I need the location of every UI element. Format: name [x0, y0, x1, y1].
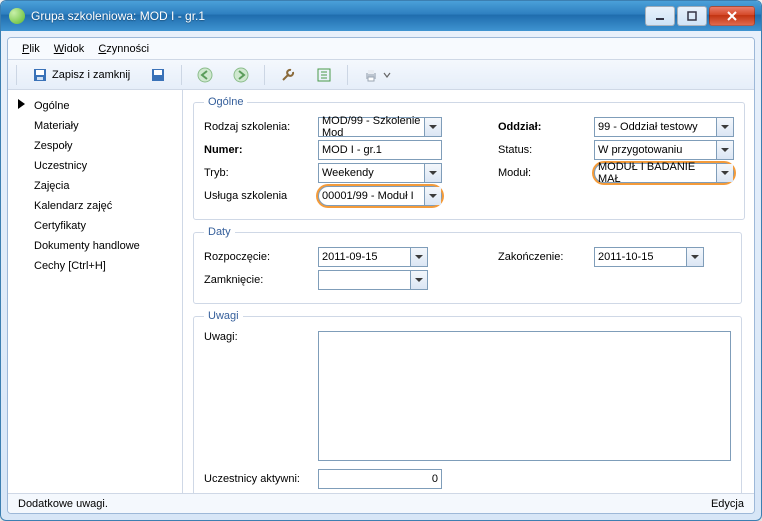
chevron-down-icon[interactable]: [716, 141, 733, 159]
app-icon: [9, 8, 25, 24]
separator: [181, 65, 182, 85]
sidebar-item-zespoly[interactable]: Zespoły: [8, 136, 182, 156]
print-button[interactable]: [356, 64, 398, 86]
content: Ogólne Rodzaj szkolenia: MOD/99 - Szkole…: [183, 90, 754, 493]
rozp-label: Rozpoczęcie:: [204, 251, 312, 263]
oddzial-value: 99 - Oddział testowy: [598, 121, 698, 133]
zak-label: Zakończenie:: [498, 251, 588, 263]
menu-czynnosci[interactable]: Czynności: [92, 41, 155, 57]
group-ogolne: Ogólne Rodzaj szkolenia: MOD/99 - Szkole…: [193, 96, 745, 220]
modul-label: Moduł:: [498, 167, 588, 179]
zak-value: 2011-10-15: [598, 251, 653, 263]
numer-input[interactable]: [318, 140, 442, 160]
group-daty: Daty Rozpoczęcie: 2011-09-15 Zakończenie…: [193, 226, 742, 304]
group-daty-legend: Daty: [204, 226, 235, 238]
rodzaj-value: MOD/99 - Szkolenie Mod: [322, 115, 423, 139]
chevron-down-icon[interactable]: [424, 164, 441, 182]
tools-button[interactable]: [273, 64, 303, 86]
chevron-down-icon[interactable]: [716, 164, 733, 182]
disk-icon: [32, 67, 48, 83]
menubar: PlikWidokCzynności: [8, 38, 754, 60]
tryb-label: Tryb:: [204, 167, 312, 179]
status-combo[interactable]: W przygotowaniu: [594, 140, 734, 160]
status-left: Dodatkowe uwagi.: [18, 498, 108, 510]
aktywni-label: Uczestnicy aktywni:: [204, 473, 312, 485]
status-right: Edycja: [711, 498, 744, 510]
toolbar: Zapisz i zamknij: [8, 60, 754, 90]
sidebar-item-ogolne[interactable]: Ogólne: [8, 96, 182, 116]
arrow-left-icon: [197, 67, 213, 83]
window-controls: [645, 6, 759, 26]
usluga-combo[interactable]: 00001/99 - Moduł I: [318, 186, 442, 206]
save-and-close-button[interactable]: Zapisz i zamknij: [25, 64, 137, 86]
chevron-down-icon[interactable]: [424, 187, 441, 205]
uwagi-textarea[interactable]: [318, 331, 731, 461]
rodzaj-combo[interactable]: MOD/99 - Szkolenie Mod: [318, 117, 442, 137]
separator: [264, 65, 265, 85]
chevron-down-icon[interactable]: [410, 248, 427, 266]
sidebar-item-kalendarz[interactable]: Kalendarz zajęć: [8, 196, 182, 216]
rozp-date[interactable]: 2011-09-15: [318, 247, 428, 267]
sidebar-item-uczestnicy[interactable]: Uczestnicy: [8, 156, 182, 176]
uwagi-label: Uwagi:: [204, 331, 312, 343]
save-and-close-label: Zapisz i zamknij: [52, 69, 130, 81]
sidebar-item-cechy[interactable]: Cechy [Ctrl+H]: [8, 256, 182, 276]
sidebar-item-materialy[interactable]: Materiały: [8, 116, 182, 136]
inner-frame: PlikWidokCzynności Zapisz i zamknij: [7, 37, 755, 514]
sidebar-item-certyfikaty[interactable]: Certyfikaty: [8, 216, 182, 236]
modul-value: MODUŁ I BADANIE MAŁ: [598, 161, 715, 185]
window-title: Grupa szkoleniowa: MOD I - gr.1: [31, 9, 645, 23]
nav-back-button[interactable]: [190, 64, 220, 86]
disk-small-icon: [150, 67, 166, 83]
group-uwagi-legend: Uwagi: [204, 310, 243, 322]
chevron-down-icon[interactable]: [424, 118, 441, 136]
rodzaj-label: Rodzaj szkolenia:: [204, 121, 312, 133]
statusbar: Dodatkowe uwagi. Edycja: [8, 493, 754, 513]
close-button[interactable]: [709, 6, 755, 26]
sidebar: Ogólne Materiały Zespoły Uczestnicy Zaję…: [8, 90, 183, 493]
tryb-value: Weekendy: [322, 167, 374, 179]
titlebar[interactable]: Grupa szkoleniowa: MOD I - gr.1: [1, 1, 761, 31]
chevron-down-icon: [383, 67, 391, 83]
maximize-button[interactable]: [677, 6, 707, 26]
nav-forward-button[interactable]: [226, 64, 256, 86]
zam-date[interactable]: [318, 270, 428, 290]
modul-combo[interactable]: MODUŁ I BADANIE MAŁ: [594, 163, 734, 183]
menu-widok[interactable]: Widok: [48, 41, 91, 57]
group-ogolne-legend: Ogólne: [204, 96, 247, 108]
usluga-value: 00001/99 - Moduł I: [322, 190, 414, 202]
chevron-down-icon[interactable]: [686, 248, 703, 266]
tryb-combo[interactable]: Weekendy: [318, 163, 442, 183]
chevron-down-icon[interactable]: [410, 271, 427, 289]
status-label: Status:: [498, 144, 588, 156]
minimize-button[interactable]: [645, 6, 675, 26]
refresh-button[interactable]: [309, 64, 339, 86]
zak-date[interactable]: 2011-10-15: [594, 247, 704, 267]
menu-plik[interactable]: Plik: [16, 41, 46, 57]
arrow-right-icon: [233, 67, 249, 83]
window: Grupa szkoleniowa: MOD I - gr.1 PlikWido…: [0, 0, 762, 521]
separator: [347, 65, 348, 85]
aktywni-input[interactable]: [318, 469, 442, 489]
table-refresh-icon: [316, 67, 332, 83]
usluga-label: Usługa szkolenia: [204, 190, 312, 202]
body: Ogólne Materiały Zespoły Uczestnicy Zaję…: [8, 90, 754, 493]
oddzial-combo[interactable]: 99 - Oddział testowy: [594, 117, 734, 137]
numer-label: Numer:: [204, 144, 312, 156]
zam-label: Zamknięcie:: [204, 274, 312, 286]
separator: [16, 65, 17, 85]
status-value: W przygotowaniu: [598, 144, 682, 156]
oddzial-label: Oddział:: [498, 121, 588, 133]
rozp-value: 2011-09-15: [322, 251, 377, 263]
save-button[interactable]: [143, 64, 173, 86]
chevron-down-icon[interactable]: [716, 118, 733, 136]
sidebar-item-dokumenty[interactable]: Dokumenty handlowe: [8, 236, 182, 256]
wrench-icon: [280, 67, 296, 83]
group-uwagi: Uwagi Uwagi: Uczestnicy aktywni:: [193, 310, 742, 493]
sidebar-item-zajecia[interactable]: Zajęcia: [8, 176, 182, 196]
printer-icon: [363, 67, 379, 83]
